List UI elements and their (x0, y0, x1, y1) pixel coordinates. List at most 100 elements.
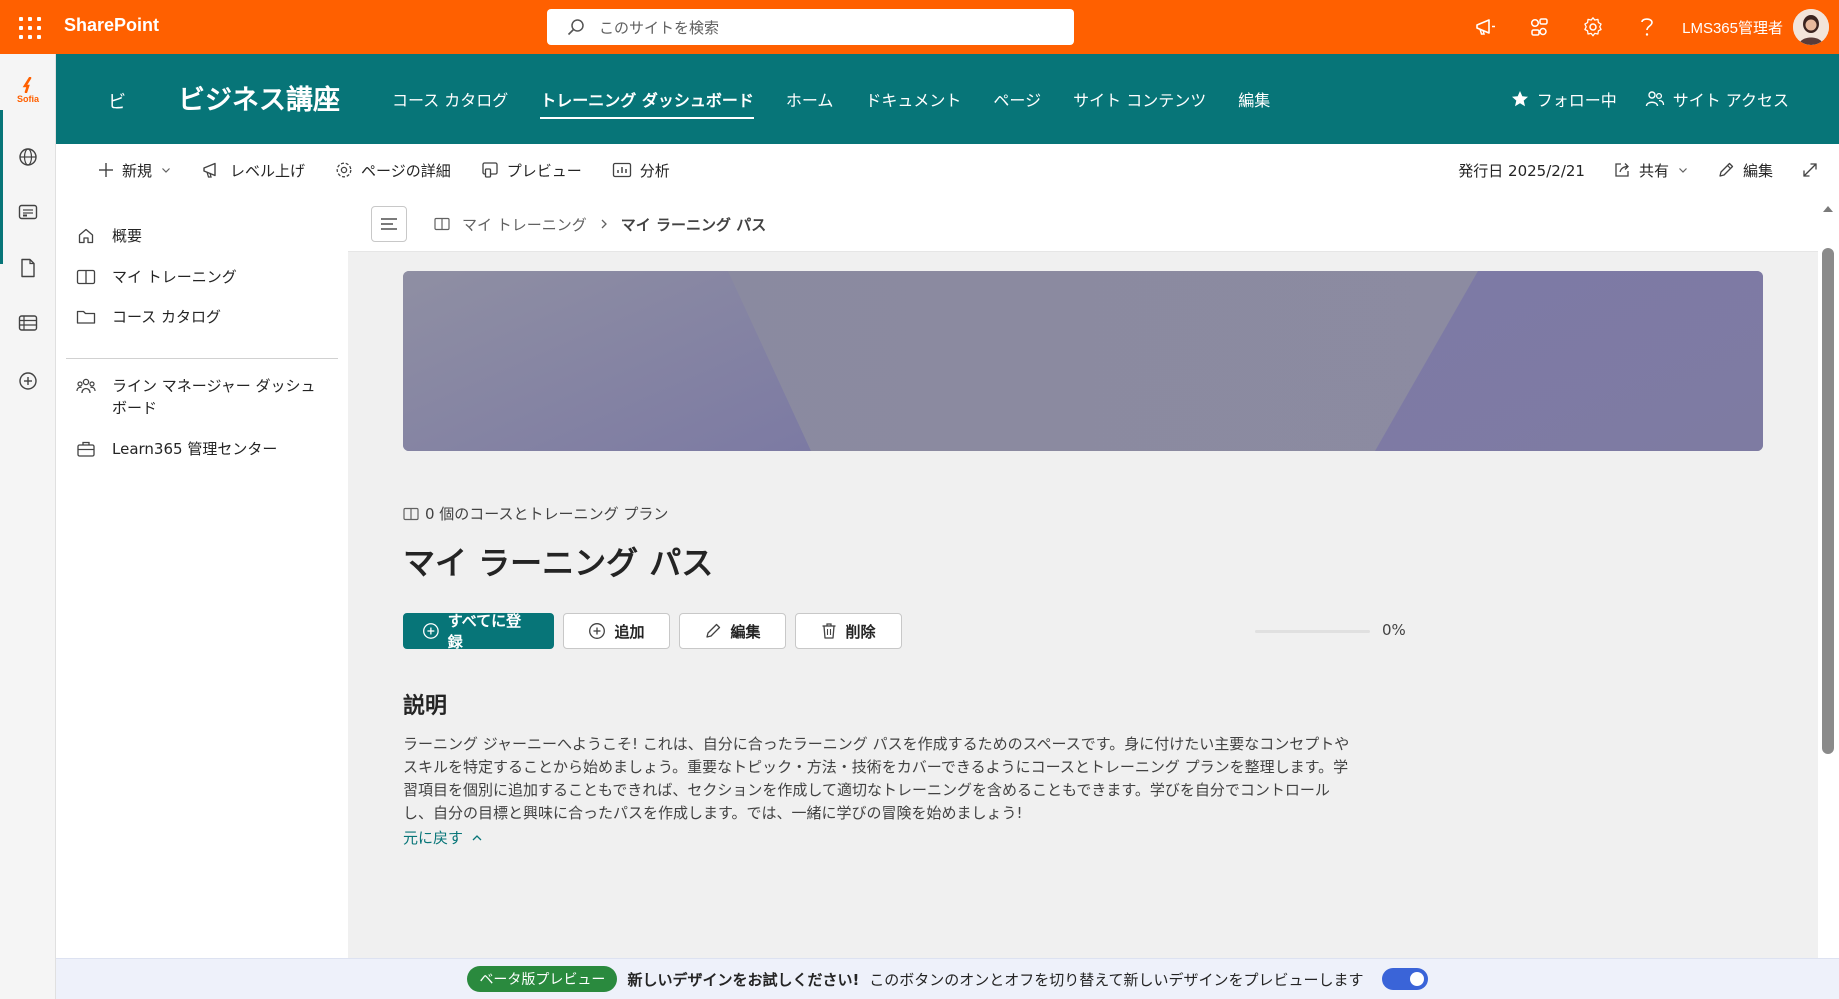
user-avatar[interactable] (1793, 9, 1829, 45)
chevron-up-icon (472, 834, 482, 840)
leftnav-course-catalog-label: コース カタログ (112, 308, 222, 326)
search-icon (567, 18, 585, 36)
leftnav-divider (66, 358, 338, 359)
leftnav-my-training-label: マイ トレーニング (112, 268, 237, 286)
course-count: 0 個のコースとトレーニング プラン (403, 503, 668, 524)
app-launcher-icon[interactable] (14, 12, 44, 42)
sofia-label: Sofia (16, 93, 39, 104)
left-navigation: 概要 マイ トレーニング コース カタログ ライン マネージャー ダッシュボード… (56, 196, 348, 956)
analytics-button[interactable]: 分析 (612, 160, 670, 181)
scrollbar-thumb[interactable] (1822, 248, 1834, 754)
follow-label: フォロー中 (1536, 91, 1617, 110)
new-design-toggle[interactable] (1381, 968, 1428, 990)
toggle-nav-button[interactable] (371, 206, 407, 242)
site-logo[interactable]: ビ (108, 88, 126, 114)
nav-training-dashboard[interactable]: トレーニング ダッシュボード (540, 81, 754, 119)
description-text: ラーニング ジャーニーへようこそ! これは、自分に合ったラーニング パスを作成す… (403, 733, 1403, 825)
search-input[interactable]: このサイトを検索 (599, 17, 719, 38)
home-icon (76, 225, 96, 247)
rail-globe[interactable] (0, 137, 56, 177)
hero-banner (403, 271, 1763, 451)
app-rail: Sofia (0, 54, 56, 999)
leftnav-overview[interactable]: 概要 (76, 225, 326, 247)
user-name[interactable]: LMS365管理者 (1682, 17, 1783, 38)
leftnav-my-training[interactable]: マイ トレーニング (76, 266, 326, 288)
nav-site-contents[interactable]: サイト コンテンツ (1073, 81, 1206, 117)
leftnav-overview-label: 概要 (112, 227, 143, 245)
site-access-label: サイト アクセス (1672, 91, 1789, 110)
leftnav-line-manager-dashboard[interactable]: ライン マネージャー ダッシュボード (76, 375, 326, 419)
main-content: マイ トレーニング マイ ラーニング パス 0 個のコースとトレーニング プラン… (348, 196, 1818, 958)
share-nodes-icon[interactable] (1512, 0, 1566, 54)
nav-course-catalog[interactable]: コース カタログ (392, 81, 508, 117)
new-button[interactable]: 新規 (98, 160, 172, 181)
edit-button[interactable]: 編集 (679, 613, 786, 649)
chevron-down-icon (162, 168, 170, 173)
site-access-button[interactable]: サイト アクセス (1645, 87, 1789, 111)
progress-bar (1255, 630, 1370, 633)
site-nav: コース カタログ トレーニング ダッシュボード ホーム ドキュメント ページ サ… (392, 54, 1270, 144)
rail-active-indicator (0, 110, 3, 264)
suite-bar: SharePoint このサイトを検索 LMS365管理者 (0, 0, 1839, 54)
pencil-icon (706, 623, 721, 638)
description-line: スキルを特定することから始めましょう。重要なトピック・方法・技術をカバーできるよ… (403, 758, 1349, 776)
search-box[interactable]: このサイトを検索 (547, 9, 1074, 45)
page-details-button[interactable]: ページの詳細 (335, 160, 451, 181)
rail-sofia[interactable]: Sofia (0, 66, 56, 114)
suite-brand[interactable]: SharePoint (64, 15, 159, 36)
description-heading: 説明 (403, 694, 448, 719)
analytics-label: 分析 (639, 161, 670, 180)
site-header: ビ ビジネス講座 コース カタログ トレーニング ダッシュボード ホーム ドキュ… (56, 54, 1839, 144)
beta-heading: 新しいデザインをお試しください! (627, 970, 860, 989)
follow-button[interactable]: フォロー中 (1511, 87, 1617, 111)
pencil-icon (1719, 162, 1734, 177)
delete-label: 削除 (845, 622, 876, 641)
rail-add[interactable] (0, 361, 56, 401)
share-button[interactable]: 共有 (1613, 160, 1689, 181)
team-icon (76, 375, 96, 397)
rail-lists[interactable] (0, 303, 56, 343)
settings-gear-icon[interactable] (1566, 0, 1620, 54)
delete-button[interactable]: 削除 (795, 613, 902, 649)
edit-page-button[interactable]: 編集 (1717, 160, 1773, 181)
description-line: ラーニング ジャーニーへようこそ! これは、自分に合ったラーニング パスを作成す… (403, 735, 1350, 753)
share-label: 共有 (1638, 161, 1669, 180)
share-icon (1615, 163, 1629, 177)
action-buttons: すべてに登録 追加 編集 削除 (403, 612, 902, 651)
site-title[interactable]: ビジネス講座 (178, 78, 340, 117)
nav-edit[interactable]: 編集 (1238, 81, 1270, 117)
rail-news[interactable] (0, 192, 56, 232)
preview-label: プレビュー (506, 161, 582, 180)
scroll-up-arrow[interactable] (1818, 202, 1838, 216)
leftnav-course-catalog[interactable]: コース カタログ (76, 306, 326, 328)
expand-button[interactable] (1801, 161, 1819, 179)
nav-home[interactable]: ホーム (786, 81, 834, 117)
preview-button[interactable]: プレビュー (481, 160, 582, 181)
sofia-logo-icon (22, 76, 32, 93)
published-date: 発行日 2025/2/21 (1458, 161, 1585, 180)
add-label: 追加 (614, 622, 645, 641)
add-button[interactable]: 追加 (563, 613, 670, 649)
collapse-description-link[interactable]: 元に戻す (403, 827, 483, 848)
leftnav-learn365-admin[interactable]: Learn365 管理センター (76, 438, 326, 460)
megaphone-icon[interactable] (1458, 0, 1512, 54)
rail-files[interactable] (0, 248, 56, 288)
add-circle-icon (19, 372, 37, 390)
promote-label: レベル上げ (230, 161, 306, 180)
chevron-right-icon (601, 219, 607, 229)
page-details-label: ページの詳細 (361, 161, 451, 180)
globe-icon (19, 148, 37, 166)
help-icon[interactable] (1620, 0, 1674, 54)
toggle-knob (1409, 972, 1424, 986)
menu-lines-icon (381, 218, 397, 230)
enroll-all-button[interactable]: すべてに登録 (403, 612, 554, 651)
breadcrumb-parent[interactable]: マイ トレーニング (462, 214, 587, 235)
banner-graphic (403, 271, 1763, 451)
nav-documents[interactable]: ドキュメント (865, 81, 961, 117)
new-label: 新規 (122, 161, 153, 180)
description-line: 習項目を個別に追加することもできれば、セクションを作成して適切なトレーニングを含… (403, 781, 1330, 799)
gear-icon (336, 162, 352, 178)
nav-pages[interactable]: ページ (993, 81, 1041, 117)
add-circle-icon (589, 623, 606, 639)
promote-button[interactable]: レベル上げ (202, 160, 305, 181)
